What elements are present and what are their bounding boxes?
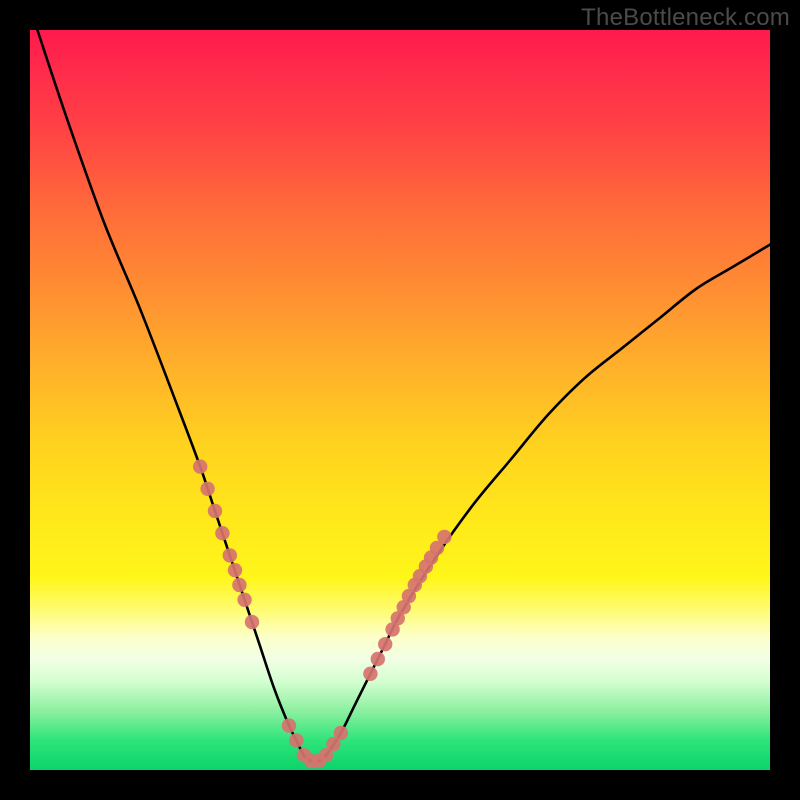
attribution-label: TheBottleneck.com [581,4,790,32]
highlight-dot [378,637,392,651]
highlight-dot [237,593,251,607]
highlight-dot [363,667,377,681]
highlight-dot [200,482,214,496]
chart-plot-area [30,30,770,770]
bottleneck-curve [37,30,770,762]
highlight-dot [282,718,296,732]
highlight-dot [223,548,237,562]
highlight-dot [208,504,222,518]
highlight-dot [228,563,242,577]
highlight-dots [193,459,452,768]
highlight-dot [232,578,246,592]
highlight-dot [215,526,229,540]
curve-layer [30,30,770,770]
highlight-dot [334,726,348,740]
chart-frame: TheBottleneck.com [0,0,800,800]
highlight-dot [245,615,259,629]
highlight-dot [371,652,385,666]
highlight-dot [289,733,303,747]
highlight-dot [193,459,207,473]
highlight-dot [437,530,451,544]
